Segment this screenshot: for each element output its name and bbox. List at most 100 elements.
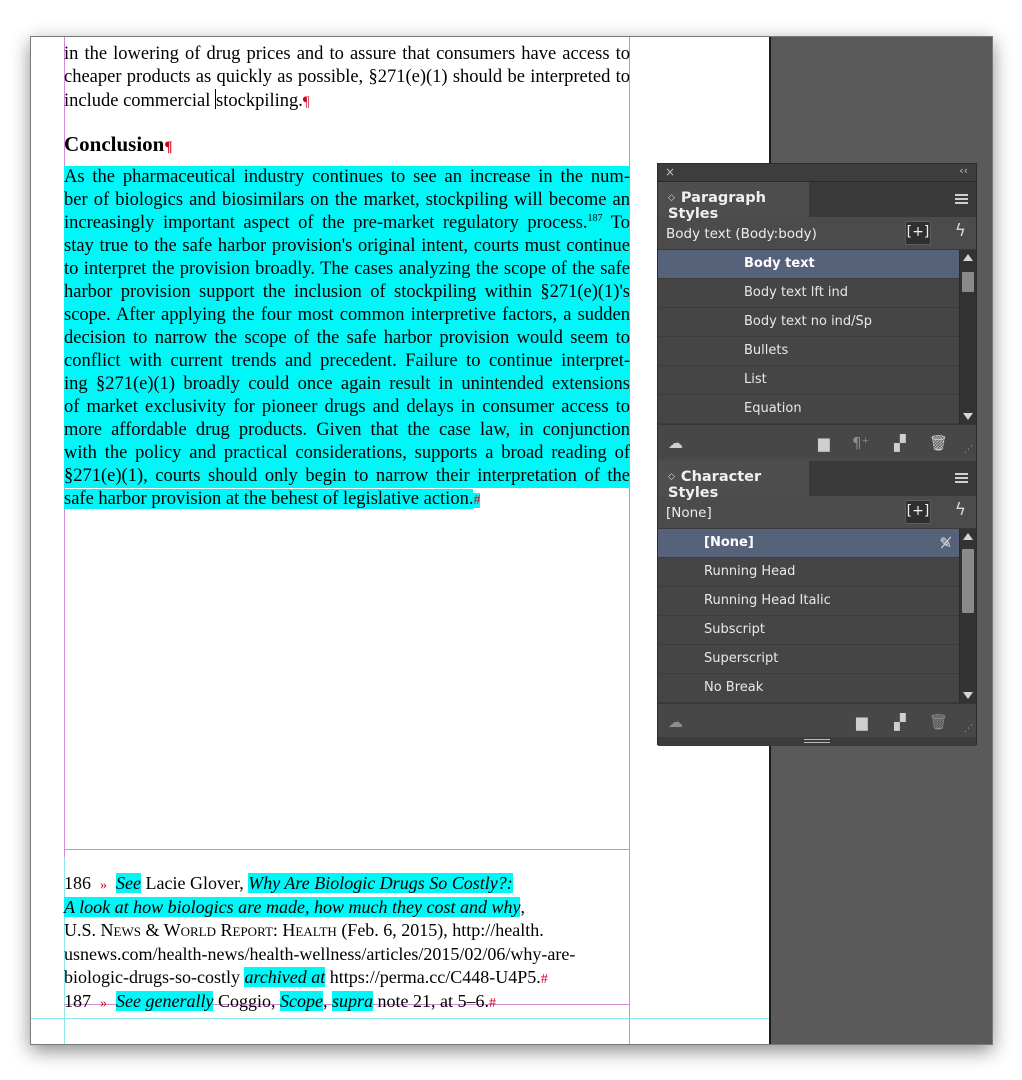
- text-span: increasingly important aspect of the pre…: [64, 213, 588, 233]
- character-styles-footer: ☁ ▆ ▞ 🗑 ⋰: [658, 703, 976, 737]
- section-heading: Conclusion¶: [64, 133, 630, 156]
- scroll-down-icon[interactable]: [963, 692, 973, 699]
- text-line: in the lowering of drug prices and to as…: [64, 44, 630, 64]
- scroll-thumb[interactable]: [962, 549, 974, 613]
- quick-apply-icon[interactable]: ϟ: [955, 221, 966, 241]
- close-icon[interactable]: ×: [665, 165, 675, 179]
- create-style-button[interactable]: [+]: [905, 500, 931, 524]
- panel-titlebar[interactable]: × ‹‹: [658, 164, 976, 182]
- current-style-label: [None]: [666, 505, 712, 521]
- character-styles-list[interactable]: [None] ✎̸ Running Head Running Head Itali…: [658, 529, 976, 703]
- cloud-library-icon[interactable]: ☁: [668, 434, 683, 452]
- text-line: harbor provision support the inclusion o…: [64, 281, 630, 304]
- scroll-up-icon[interactable]: [963, 254, 973, 261]
- end-mark: #: [540, 972, 548, 987]
- collapse-icon[interactable]: ‹‹: [959, 164, 968, 177]
- current-style-label: Body text (Body:body): [666, 226, 817, 242]
- text-span: stockpiling.: [216, 91, 303, 111]
- tab-paragraph-styles[interactable]: ◇ Paragraph Styles: [658, 182, 809, 222]
- supra-text: supra: [331, 990, 373, 1011]
- footnote-reference[interactable]: 187: [588, 213, 603, 224]
- text-frame-top[interactable]: in the lowering of drug prices and to as…: [64, 43, 630, 112]
- character-style-item[interactable]: Superscript: [658, 645, 976, 674]
- panel-menu-icon[interactable]: [955, 194, 968, 206]
- footnote-number: 186: [64, 873, 91, 893]
- panel-resize-handle[interactable]: [658, 737, 976, 746]
- author-text: Lacie Glover,: [140, 873, 249, 893]
- paragraph-styles-list[interactable]: Body text Body text lft ind Body text no…: [658, 250, 976, 424]
- tab-mark: »: [100, 995, 107, 1011]
- text-line: As the pharmaceutical industry continues…: [64, 166, 630, 189]
- text-span: safe harbor provision at the behest of l…: [64, 489, 474, 509]
- heading-text: Conclusion: [64, 132, 165, 156]
- create-style-button[interactable]: [+]: [905, 221, 931, 245]
- footnote-186-cont: A look at how biologics are made, how mu…: [64, 896, 525, 917]
- scroll-up-icon[interactable]: [963, 533, 973, 540]
- character-style-item[interactable]: Running Head: [658, 558, 976, 587]
- character-styles-scrollbar[interactable]: [959, 529, 976, 703]
- styles-panel-group: × ‹‹ ◇ Paragraph Styles Body text (Body:b…: [657, 163, 977, 746]
- character-style-item[interactable]: Subscript: [658, 616, 976, 645]
- text-line: safe harbor provision at the behest of l…: [64, 488, 630, 511]
- new-group-folder-icon[interactable]: ▆: [856, 713, 868, 731]
- end-of-story-mark: #: [473, 493, 481, 508]
- footnote-186-cont: biologic-drugs-so-costly archived at htt…: [64, 966, 630, 990]
- scroll-down-icon[interactable]: [963, 413, 973, 420]
- paragraph-style-item[interactable]: Body text no ind/Sp: [658, 308, 976, 337]
- heading-frame[interactable]: Conclusion¶: [64, 133, 630, 156]
- text-line: include commercial stockpiling.¶: [64, 89, 630, 112]
- text-line: ber of biologics and biosimilars on the …: [64, 189, 630, 212]
- text-line: ing §271(e)(1) broadly could once again …: [64, 373, 630, 396]
- quick-apply-icon[interactable]: ϟ: [955, 500, 966, 520]
- archived-text: archived at: [244, 967, 326, 987]
- delete-icon[interactable]: 🗑: [929, 434, 948, 452]
- pilcrow-mark: ¶: [302, 94, 310, 110]
- conclusion-paragraph[interactable]: As the pharmaceutical industry continues…: [64, 166, 630, 511]
- paragraph-style-item[interactable]: Bullets: [658, 337, 976, 366]
- scroll-thumb[interactable]: [962, 272, 974, 292]
- paragraph-styles-scrollbar[interactable]: [959, 250, 976, 424]
- new-group-folder-icon[interactable]: ▆: [818, 434, 830, 452]
- title-text: Scope: [279, 990, 323, 1011]
- signal-text: See: [116, 873, 141, 893]
- no-edit-icon: ✎̸: [939, 534, 952, 552]
- text-line: with the policy and practical considerat…: [64, 442, 630, 465]
- delete-icon[interactable]: 🗑: [929, 713, 948, 731]
- paragraph-style-item[interactable]: Body text lft ind: [658, 279, 976, 308]
- character-style-item[interactable]: [None] ✎̸: [658, 529, 976, 558]
- text-span: include commercial: [64, 91, 216, 111]
- author-text: Coggio,: [213, 990, 280, 1011]
- paragraph-style-item[interactable]: List: [658, 366, 976, 395]
- current-paragraph-style: Body text (Body:body) [+] ϟ: [658, 217, 976, 250]
- footnotes-frame[interactable]: 186 » See Lacie Glover, Why Are Biologic…: [64, 872, 630, 1013]
- new-style-icon[interactable]: ▞: [894, 434, 906, 452]
- resize-grip-icon[interactable]: ⋰: [964, 445, 973, 455]
- paragraph-style-item[interactable]: Equation: [658, 395, 976, 424]
- footnote-number: 187: [64, 990, 91, 1011]
- text-line: cheaper products as quickly as possible,…: [64, 67, 630, 87]
- text-line: stay true to the safe harbor provision's…: [64, 235, 630, 258]
- character-styles-tabbar: ◇ Character Styles: [658, 461, 976, 501]
- signal-text: See generally: [116, 990, 214, 1011]
- date-text: (Feb. 6, 2015), http://health.: [336, 920, 544, 940]
- paragraph-style-item[interactable]: Body text: [658, 250, 976, 279]
- text-line: to interpret the provision broadly. The …: [64, 258, 630, 281]
- pilcrow-mark: ¶: [164, 139, 173, 155]
- resize-grip-icon[interactable]: ⋰: [964, 724, 973, 734]
- cloud-library-icon[interactable]: ☁: [668, 713, 683, 731]
- publication-text: U.S. News & World Report: Health: [64, 920, 337, 940]
- tab-character-styles[interactable]: ◇ Character Styles: [658, 461, 809, 501]
- clear-overrides-icon[interactable]: ¶⁺: [852, 434, 869, 452]
- text-line: §271(e)(1), courts should only begin to …: [64, 465, 630, 488]
- footnote-186: 186 » See Lacie Glover, Why Are Biologic…: [64, 872, 630, 896]
- text-line: more affordable drug products. Given tha…: [64, 419, 630, 442]
- title-text: Why Are Biologic Drugs So Costly?:: [248, 873, 513, 893]
- text-line: increasingly important aspect of the pre…: [64, 212, 630, 235]
- footnote-187: 187 » See generally Coggio, Scope, supra…: [64, 990, 496, 1011]
- character-style-item[interactable]: No Break: [658, 674, 976, 703]
- new-style-icon[interactable]: ▞: [894, 713, 906, 731]
- character-style-item[interactable]: Running Head Italic: [658, 587, 976, 616]
- note-text: note 21, at 5–6.: [372, 990, 489, 1011]
- panel-menu-icon[interactable]: [955, 473, 968, 485]
- footnote-186-cont: usnews.com/health-news/health-wellness/a…: [64, 943, 576, 964]
